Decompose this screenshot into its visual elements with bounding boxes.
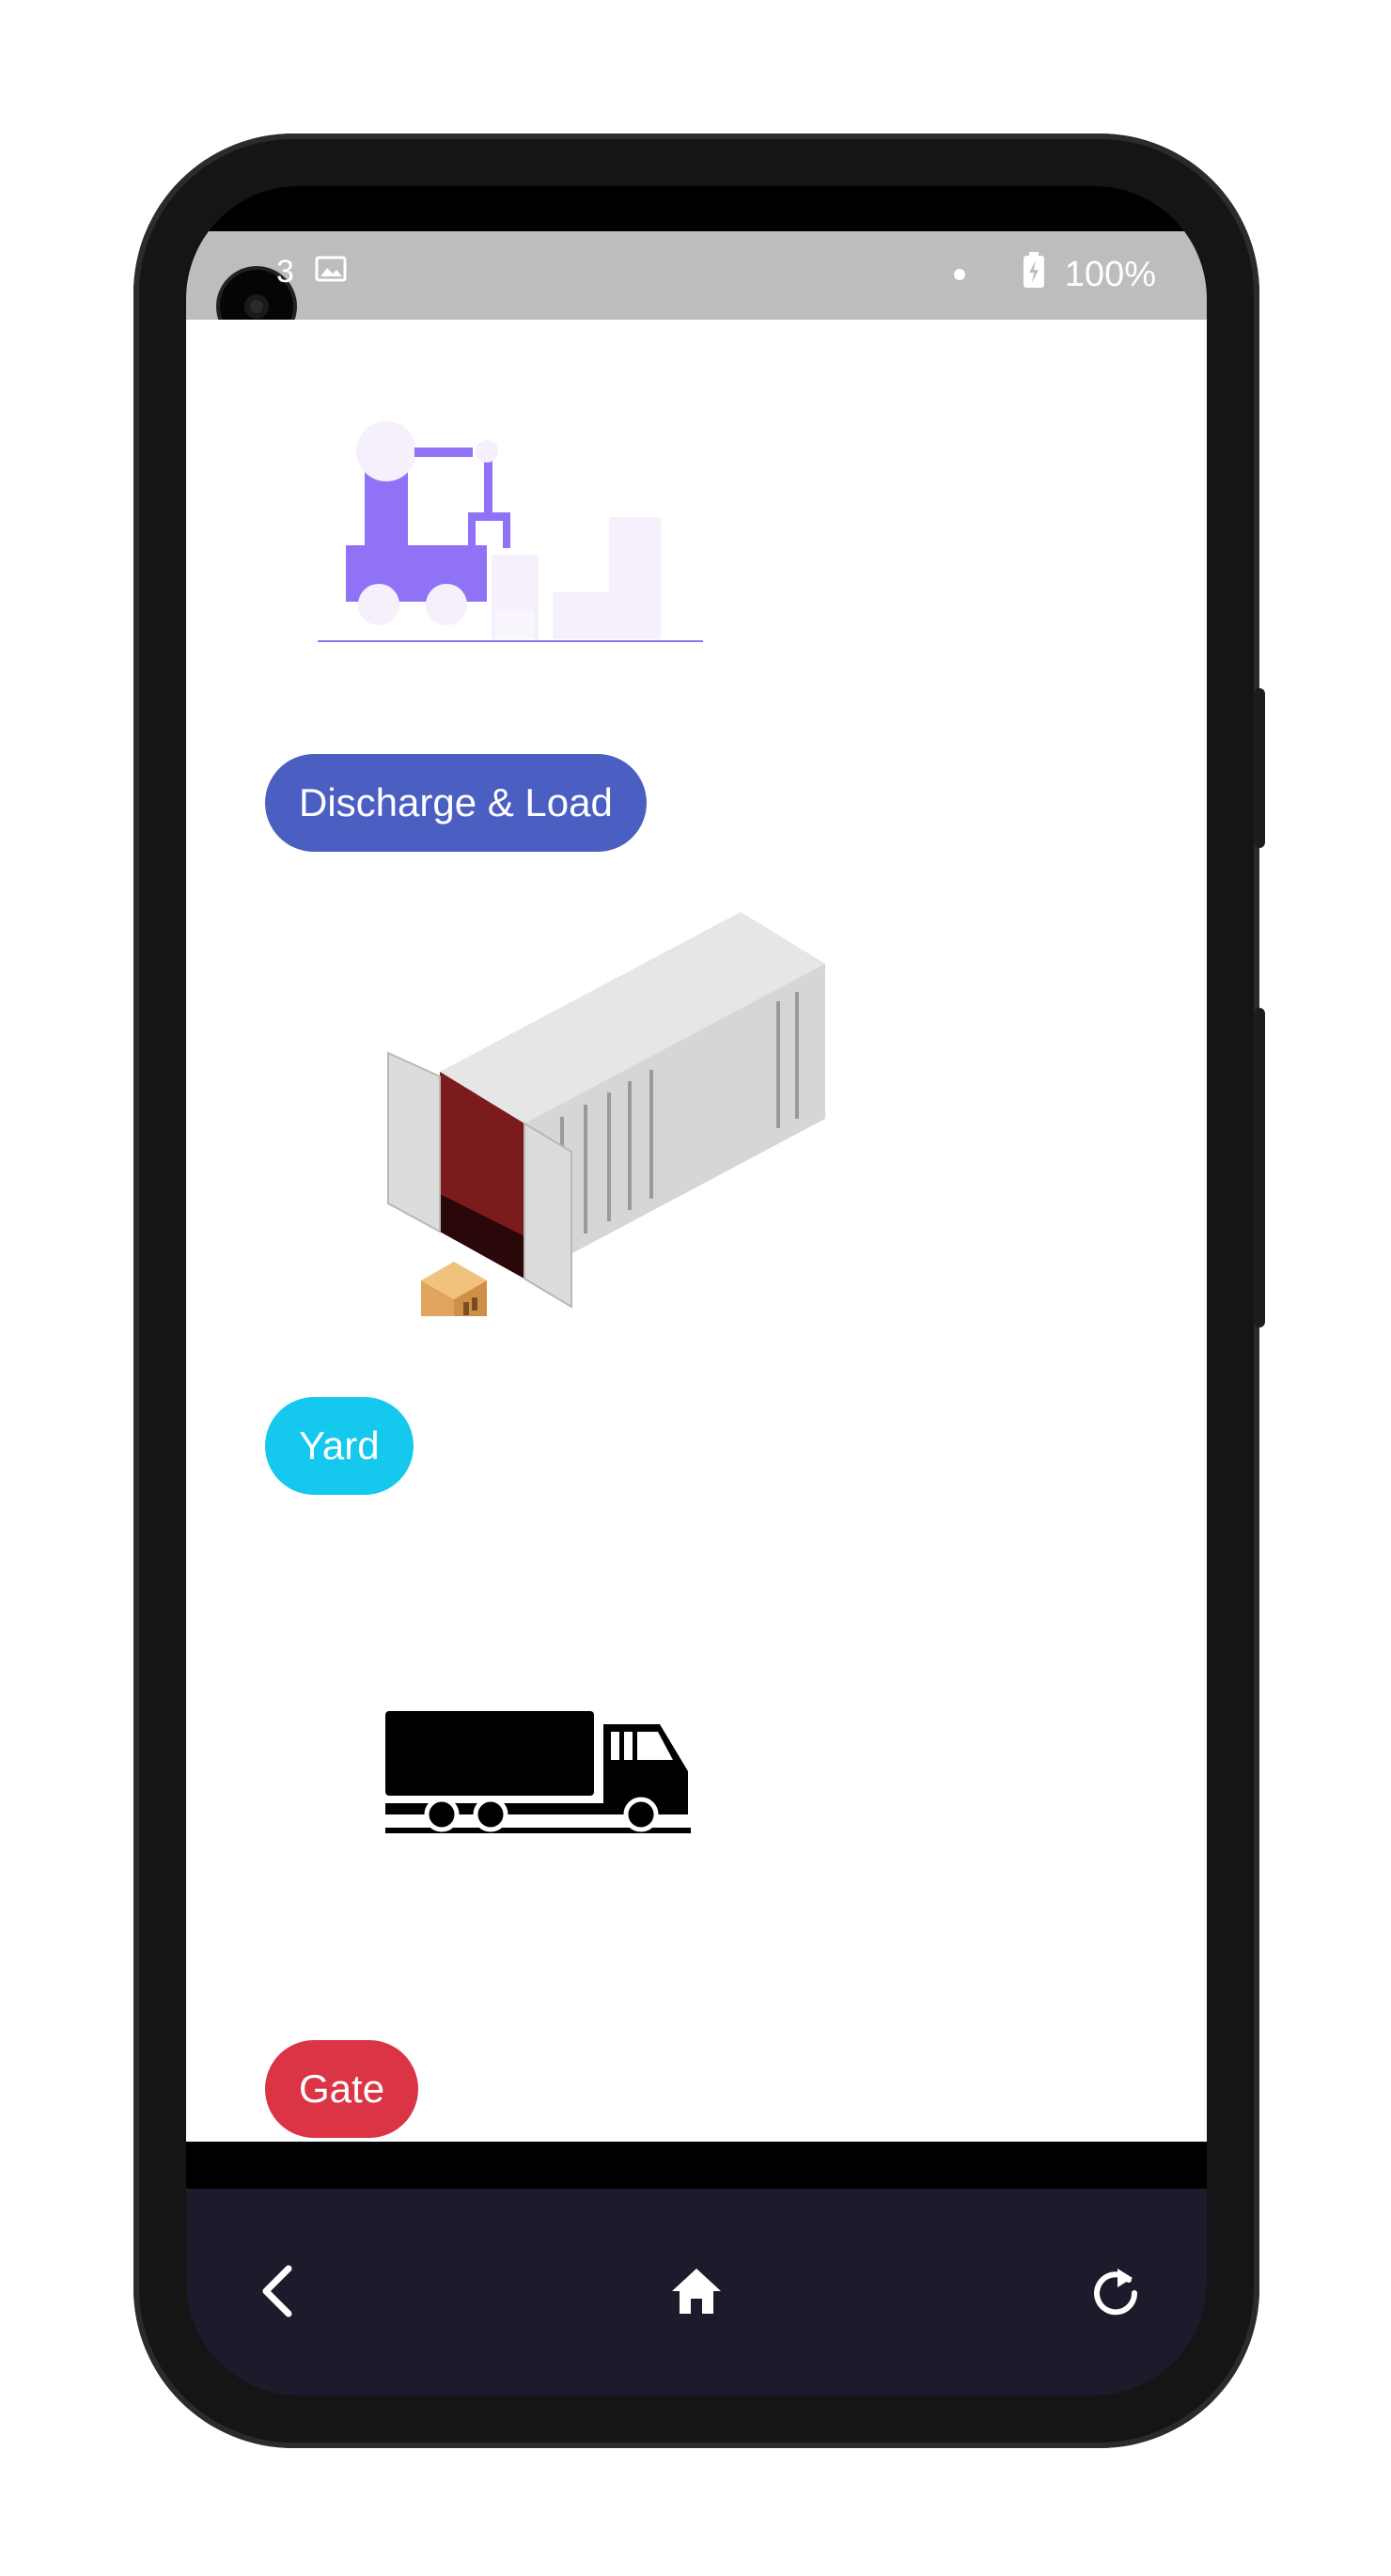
home-icon — [670, 2267, 723, 2319]
notification-dot — [953, 269, 965, 280]
truck-icon — [385, 1711, 696, 1852]
power-button — [1254, 688, 1265, 848]
chevron-left-icon — [258, 2263, 296, 2323]
bottom-navigation — [186, 2189, 1207, 2395]
status-right: 100% — [953, 252, 1156, 297]
screen-bezel: 3 100% Discharge & Load Yard Gate — [186, 186, 1207, 2395]
yard-label: Yard — [299, 1423, 380, 1468]
battery-icon — [1023, 252, 1044, 297]
gate-button[interactable]: Gate — [265, 2040, 419, 2138]
container-illustration — [383, 912, 825, 1340]
battery-percentage: 100% — [1064, 254, 1156, 294]
discharge-load-label: Discharge & Load — [299, 780, 613, 825]
status-text: 3 — [276, 254, 294, 290]
image-icon — [315, 254, 347, 291]
status-left: 3 — [276, 254, 347, 291]
refresh-button[interactable] — [1073, 2251, 1158, 2335]
refresh-icon — [1089, 2265, 1142, 2321]
home-button[interactable] — [654, 2251, 739, 2335]
status-bar: 3 100% — [186, 231, 1207, 347]
home-content: Discharge & Load Yard Gate — [186, 320, 1207, 2142]
discharge-load-button[interactable]: Discharge & Load — [265, 754, 647, 852]
screen: 3 100% Discharge & Load Yard Gate — [186, 186, 1207, 2395]
yard-button[interactable]: Yard — [265, 1397, 414, 1495]
gate-label: Gate — [299, 2066, 385, 2111]
crane-illustration — [318, 404, 712, 649]
back-button[interactable] — [235, 2251, 320, 2335]
volume-button — [1254, 1008, 1265, 1327]
phone-frame: 3 100% Discharge & Load Yard Gate — [133, 134, 1265, 2448]
